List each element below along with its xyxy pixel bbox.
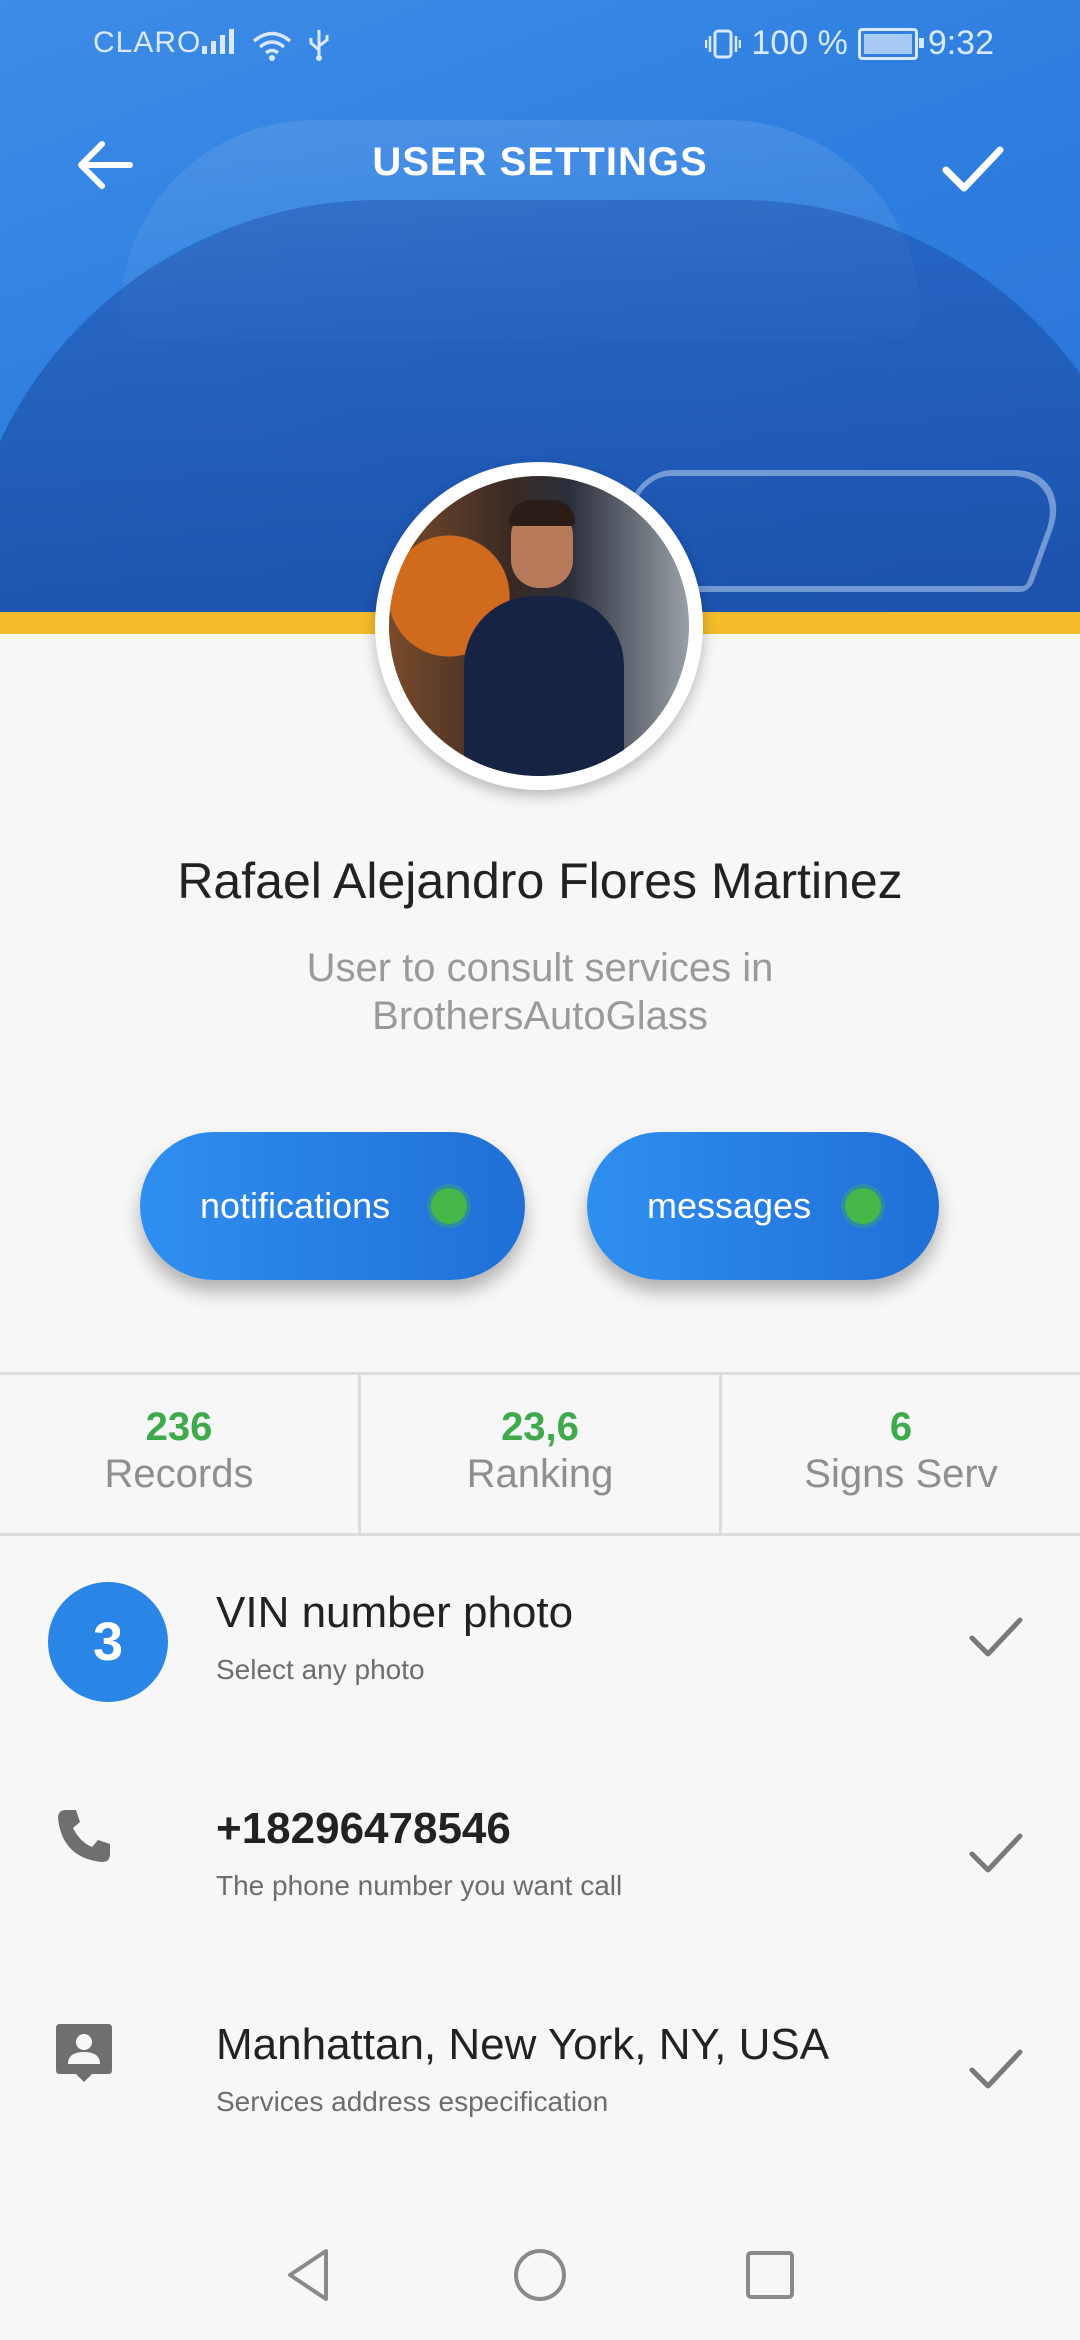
status-right: 100 % 9:32: [705, 24, 994, 63]
stat-label: Signs Serv: [804, 1452, 998, 1496]
carrier-label: CLARO: [93, 26, 202, 59]
row-subtitle: Select any photo: [216, 1654, 425, 1685]
avatar-photo: [389, 476, 689, 776]
clock: 9:32: [927, 24, 994, 62]
messages-status-dot: [845, 1188, 881, 1224]
nav-home-icon[interactable]: [508, 2243, 572, 2307]
stat-signs-serv: 6 Signs Serv: [719, 1375, 1080, 1533]
status-bar: CLARO 100 % 9:32: [0, 0, 1080, 84]
stat-label: Ranking: [466, 1452, 614, 1496]
signal-icon: [202, 28, 331, 62]
notifications-label: notifications: [200, 1185, 391, 1226]
avatar[interactable]: [375, 462, 703, 790]
stat-records: 236 Records: [0, 1375, 358, 1533]
user-description: User to consult services in BrothersAuto…: [306, 946, 774, 1038]
check-icon: [969, 1833, 1023, 1873]
notifications-toggle[interactable]: notifications: [140, 1132, 525, 1280]
settings-row-address[interactable]: Manhattan, New York, NY, USA Services ad…: [0, 2020, 1080, 2200]
stat-label: Records: [104, 1452, 254, 1496]
contact-location-icon: [56, 2024, 112, 2082]
row-title: +18296478546: [216, 1804, 511, 1853]
stat-value: 236: [145, 1405, 213, 1449]
usb-icon: [309, 30, 329, 61]
stat-value: 6: [889, 1405, 913, 1449]
page-title: USER SETTINGS: [372, 140, 708, 184]
row-title: Manhattan, New York, NY, USA: [216, 2020, 830, 2069]
stat-ranking: 23,6 Ranking: [358, 1375, 719, 1533]
user-name: Rafael Alejandro Flores Martinez: [177, 853, 903, 909]
settings-row-vin[interactable]: 3 VIN number photo Select any photo: [0, 1582, 1080, 1768]
messages-label: messages: [647, 1185, 812, 1226]
row-subtitle: Services address especification: [216, 2086, 609, 2117]
nav-recents-icon[interactable]: [738, 2243, 802, 2307]
row-title: VIN number photo: [216, 1588, 574, 1637]
row-subtitle: The phone number you want call: [216, 1870, 623, 1901]
notifications-status-dot: [431, 1188, 467, 1224]
check-icon: [969, 1617, 1023, 1657]
settings-row-phone[interactable]: +18296478546 The phone number you want c…: [0, 1804, 1080, 1984]
check-icon[interactable]: [938, 132, 1008, 202]
battery-percent: 100 %: [751, 24, 848, 62]
phone-icon: [58, 1810, 110, 1862]
battery-icon: [857, 27, 924, 60]
stats-bar: 236 Records 23,6 Ranking 6 Signs Serv: [0, 1372, 1080, 1536]
check-icon: [969, 2049, 1023, 2089]
number-badge: 3: [48, 1582, 168, 1702]
stat-value: 23,6: [501, 1405, 579, 1449]
nav-back-icon[interactable]: [278, 2243, 342, 2307]
system-nav-bar: [0, 2215, 1080, 2340]
messages-toggle[interactable]: messages: [587, 1132, 939, 1280]
wifi-icon: [253, 31, 292, 61]
vibrate-icon: [705, 29, 742, 58]
